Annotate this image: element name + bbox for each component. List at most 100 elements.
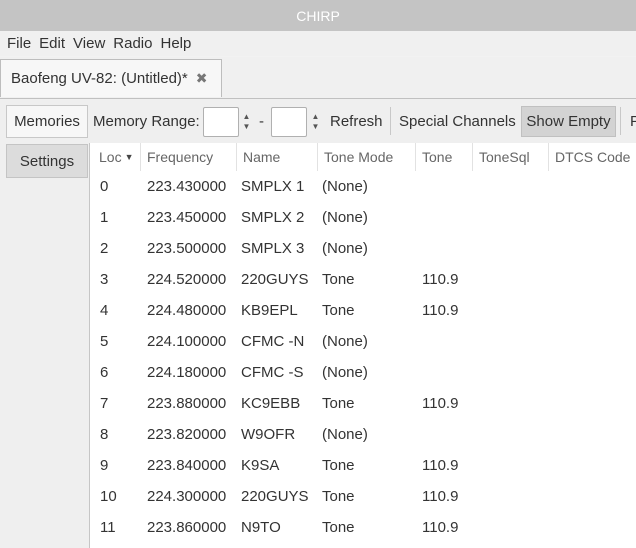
column-header-dtcs-code[interactable]: DTCS Code — [548, 143, 636, 171]
cell-tone-mode: (None) — [322, 426, 368, 443]
column-header-loc[interactable]: Loc ▼ — [90, 143, 140, 171]
column-header-name[interactable]: Name — [236, 143, 317, 171]
column-header-label: Frequency — [147, 149, 214, 165]
cell-loc: 11 — [100, 519, 116, 536]
special-channels-button[interactable]: Special Channels — [399, 113, 516, 130]
cell-tone: 110.9 — [422, 302, 459, 319]
cell-tone: 110.9 — [422, 519, 459, 536]
column-header-label: ToneSql — [479, 149, 530, 165]
cell-tone-mode: (None) — [322, 209, 368, 226]
table-row[interactable]: 7 223.880000 KC9EBB Tone 110.9 — [90, 388, 636, 419]
cell-loc: 10 — [100, 488, 117, 505]
close-icon[interactable]: ✖ — [196, 70, 208, 87]
title-bar: CHIRP — [0, 0, 636, 31]
table-row[interactable]: 11 223.860000 N9TO Tone 110.9 — [90, 512, 636, 543]
column-header-tonesql[interactable]: ToneSql — [472, 143, 548, 171]
menu-file[interactable]: File — [4, 35, 34, 52]
table-row[interactable]: 6 224.180000 CFMC -S (None) — [90, 357, 636, 388]
table-row[interactable]: 5 224.100000 CFMC -N (None) — [90, 326, 636, 357]
cell-loc: 7 — [100, 395, 109, 412]
menu-radio[interactable]: Radio — [110, 35, 155, 52]
table-row[interactable]: 9 223.840000 K9SA Tone 110.9 — [90, 450, 636, 481]
spin-up-icon[interactable]: ▲ — [243, 112, 251, 122]
file-tab[interactable]: Baofeng UV-82: (Untitled)* ✖ — [0, 59, 222, 97]
cell-name: SMPLX 2 — [241, 209, 305, 226]
range-end-input[interactable] — [271, 107, 307, 137]
cell-frequency: 223.820000 — [147, 426, 227, 443]
cell-name: KB9EPL — [241, 302, 298, 319]
cell-loc: 4 — [100, 302, 109, 319]
menu-view[interactable]: View — [70, 35, 108, 52]
cell-tone-mode: Tone — [322, 395, 355, 412]
table-row[interactable]: 8 223.820000 W9OFR (None) — [90, 419, 636, 450]
range-dash: - — [259, 113, 264, 130]
cell-tone: 110.9 — [422, 271, 459, 288]
table-row[interactable]: 1 223.450000 SMPLX 2 (None) — [90, 202, 636, 233]
table-row[interactable]: 3 224.520000 220GUYS Tone 110.9 — [90, 264, 636, 295]
cell-tone-mode: Tone — [322, 457, 355, 474]
cell-frequency: 223.880000 — [147, 395, 227, 412]
table-row[interactable]: 0 223.430000 SMPLX 1 (None) — [90, 171, 636, 202]
column-header-frequency[interactable]: Frequency — [140, 143, 236, 171]
memory-grid: Loc ▼ Frequency Name Tone Mode Tone Tone… — [90, 143, 636, 548]
cell-name: SMPLX 1 — [241, 178, 305, 195]
tab-memories[interactable]: Memories — [6, 105, 88, 138]
spin-down-icon[interactable]: ▼ — [312, 122, 320, 132]
cell-tone-mode: Tone — [322, 519, 355, 536]
show-empty-label: Show Empty — [526, 113, 611, 130]
cell-tone: 110.9 — [422, 488, 459, 505]
column-header-label: DTCS Code — [555, 149, 631, 165]
cell-tone-mode: (None) — [322, 364, 368, 381]
cell-frequency: 224.180000 — [147, 364, 227, 381]
cell-tone-mode: (None) — [322, 240, 368, 257]
memory-range-label: Memory Range: — [93, 113, 200, 130]
cell-tone-mode: (None) — [322, 333, 368, 350]
range-end-stepper[interactable]: ▲ ▼ — [309, 107, 322, 137]
column-header-tone[interactable]: Tone — [415, 143, 472, 171]
memory-toolbar: Memories Memory Range: ▲ ▼ - ▲ ▼ Refresh… — [0, 99, 636, 143]
cell-name: SMPLX 3 — [241, 240, 305, 257]
spin-up-icon[interactable]: ▲ — [312, 112, 320, 122]
file-tab-bar: Baofeng UV-82: (Untitled)* ✖ — [0, 57, 636, 99]
cell-frequency: 224.480000 — [147, 302, 227, 319]
tab-memories-label: Memories — [14, 113, 80, 130]
cell-tone-mode: Tone — [322, 271, 355, 288]
cell-loc: 2 — [100, 240, 109, 257]
cell-frequency: 223.500000 — [147, 240, 227, 257]
table-row[interactable]: 10 224.300000 220GUYS Tone 110.9 — [90, 481, 636, 512]
toolbar-separator — [390, 107, 391, 135]
menu-help[interactable]: Help — [157, 35, 194, 52]
cell-tone: 110.9 — [422, 457, 459, 474]
refresh-button[interactable]: Refresh — [330, 113, 383, 130]
cell-name: KC9EBB — [241, 395, 301, 412]
column-header-tone-mode[interactable]: Tone Mode — [317, 143, 415, 171]
spin-down-icon[interactable]: ▼ — [243, 122, 251, 132]
tab-settings[interactable]: Settings — [6, 144, 88, 178]
cell-frequency: 223.840000 — [147, 457, 227, 474]
toolbar-overflow-item[interactable]: P — [630, 113, 636, 130]
range-start-stepper[interactable]: ▲ ▼ — [240, 107, 253, 137]
cell-name: N9TO — [241, 519, 281, 536]
cell-tone-mode: (None) — [322, 178, 368, 195]
table-row[interactable]: 2 223.500000 SMPLX 3 (None) — [90, 233, 636, 264]
cell-tone: 110.9 — [422, 395, 459, 412]
window-title: CHIRP — [296, 7, 340, 24]
cell-frequency: 224.520000 — [147, 271, 227, 288]
cell-name: CFMC -N — [241, 333, 305, 350]
range-start-input[interactable] — [203, 107, 239, 137]
cell-loc: 5 — [100, 333, 109, 350]
toolbar-separator — [620, 107, 621, 135]
cell-name: K9SA — [241, 457, 280, 474]
cell-name: CFMC -S — [241, 364, 304, 381]
cell-loc: 1 — [100, 209, 109, 226]
column-header-label: Name — [243, 149, 281, 165]
cell-frequency: 223.450000 — [147, 209, 227, 226]
file-tab-label: Baofeng UV-82: (Untitled)* — [11, 70, 188, 87]
menu-edit[interactable]: Edit — [36, 35, 68, 52]
cell-loc: 8 — [100, 426, 109, 443]
cell-loc: 3 — [100, 271, 109, 288]
tab-settings-label: Settings — [19, 152, 75, 170]
show-empty-toggle[interactable]: Show Empty — [521, 106, 616, 137]
cell-frequency: 224.100000 — [147, 333, 227, 350]
table-row[interactable]: 4 224.480000 KB9EPL Tone 110.9 — [90, 295, 636, 326]
